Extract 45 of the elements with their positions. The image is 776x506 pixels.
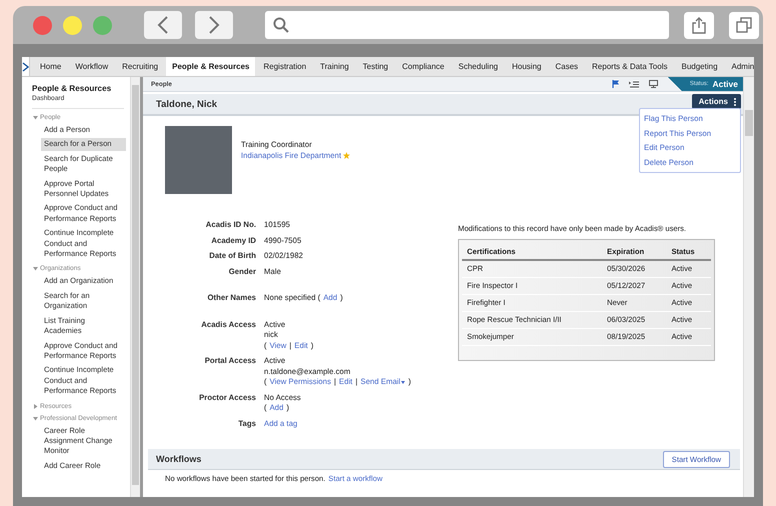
- section-title: Workflows: [156, 454, 202, 464]
- star-icon[interactable]: [343, 152, 350, 159]
- tabs-icon: [736, 17, 752, 33]
- close-window-button[interactable]: [33, 16, 52, 34]
- sidebar-toggle-button[interactable]: [22, 57, 30, 76]
- search-icon: [273, 17, 289, 33]
- nav-tab[interactable]: Workflow: [69, 57, 114, 76]
- actions-button[interactable]: Actions: [692, 94, 741, 109]
- nav-tab[interactable]: Admin: [726, 57, 754, 76]
- nav-tab[interactable]: Recruiting: [116, 57, 164, 76]
- caret-down-icon[interactable]: [33, 115, 38, 120]
- scrollbar[interactable]: [743, 77, 754, 497]
- nav-tab[interactable]: Cases: [549, 57, 584, 76]
- scrollbar[interactable]: [130, 77, 140, 497]
- nav-tab[interactable]: Housing: [506, 57, 548, 76]
- person-name: Taldone, Nick: [156, 98, 218, 110]
- address-field[interactable]: [265, 11, 669, 39]
- nav-tab[interactable]: People & Resources: [166, 57, 256, 76]
- minimize-window-button[interactable]: [63, 16, 82, 34]
- nav-tab[interactable]: Training: [314, 57, 355, 76]
- nav-tab[interactable]: Testing: [356, 57, 394, 76]
- nav-tab[interactable]: Compliance: [396, 57, 450, 76]
- sidebar-title: People & Resources: [32, 84, 112, 93]
- share-button[interactable]: [684, 12, 714, 38]
- list-icon[interactable]: [628, 80, 639, 88]
- nav-tab[interactable]: Scheduling: [452, 57, 504, 76]
- caret-right-icon[interactable]: [33, 404, 38, 409]
- nav-tab[interactable]: Home: [34, 57, 68, 76]
- share-icon: [692, 16, 706, 34]
- forward-button[interactable]: [195, 11, 233, 39]
- tabs-button[interactable]: [729, 12, 759, 38]
- back-button[interactable]: [144, 11, 182, 39]
- chevron-left-icon: [157, 16, 169, 34]
- flag-icon[interactable]: [612, 80, 619, 88]
- caret-down-icon[interactable]: [33, 416, 38, 421]
- nav-tab[interactable]: Registration: [257, 57, 312, 76]
- photo-placeholder: [165, 126, 232, 194]
- chevron-right-icon: [22, 62, 29, 72]
- caret-down-icon[interactable]: [33, 266, 38, 272]
- caret-down-icon: [401, 380, 406, 384]
- nav-tab[interactable]: Budgeting: [675, 57, 724, 76]
- nav-tab[interactable]: Reports & Data Tools: [586, 57, 674, 76]
- status-value: Active: [712, 79, 738, 89]
- monitor-icon[interactable]: [648, 80, 658, 88]
- chevron-right-icon: [208, 16, 220, 34]
